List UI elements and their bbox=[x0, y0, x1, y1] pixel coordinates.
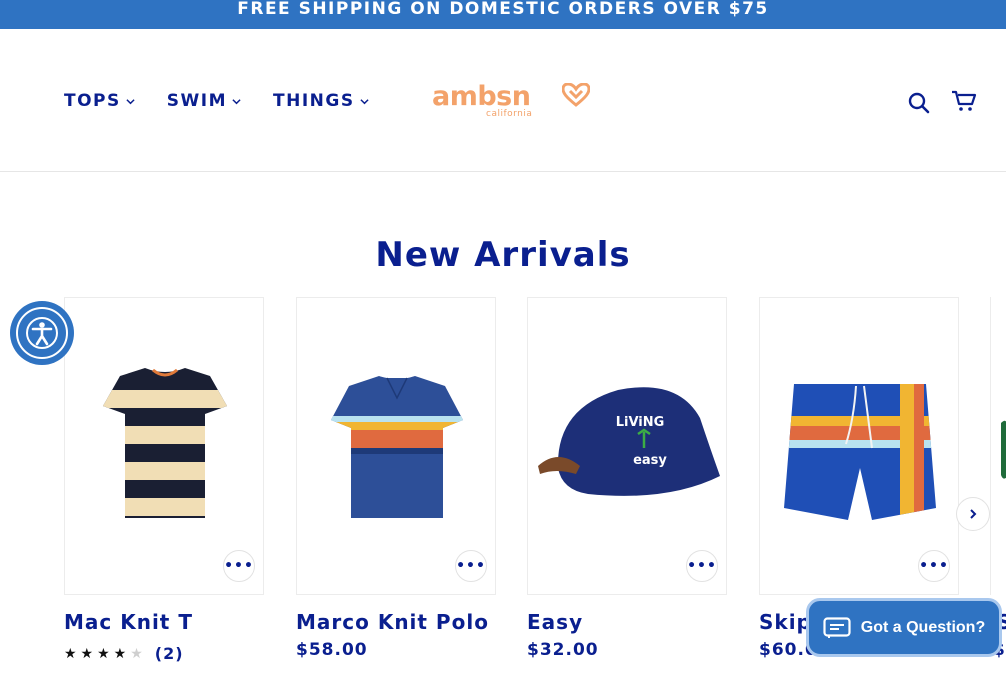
accessibility-icon bbox=[26, 317, 58, 349]
nav-item-label: TOPS bbox=[64, 91, 121, 111]
nav-item-tops[interactable]: TOPS bbox=[64, 91, 135, 111]
product-name[interactable]: Mac Knit T bbox=[64, 609, 264, 636]
chat-label: Got a Question? bbox=[860, 618, 986, 636]
product-name[interactable]: Easy bbox=[527, 609, 727, 636]
product-image[interactable]: LiViNG easy ••• bbox=[527, 297, 727, 595]
product-image[interactable]: ••• bbox=[296, 297, 496, 595]
svg-text:LiViNG: LiViNG bbox=[616, 415, 665, 430]
chat-icon bbox=[823, 616, 851, 638]
nav-item-swim[interactable]: SWIM bbox=[167, 91, 241, 111]
search-icon[interactable] bbox=[907, 91, 931, 115]
chat-button[interactable]: Got a Question? bbox=[806, 598, 1002, 657]
chevron-down-icon bbox=[126, 98, 135, 104]
cart-icon[interactable] bbox=[951, 89, 977, 113]
peek-product-image bbox=[1001, 420, 1006, 479]
product-price: $58.00 bbox=[296, 640, 368, 660]
nav-item-things[interactable]: THINGS bbox=[273, 91, 369, 111]
nav-item-label: SWIM bbox=[166, 91, 228, 111]
more-options-button[interactable]: ••• bbox=[918, 550, 950, 582]
svg-text:easy: easy bbox=[633, 453, 667, 468]
site-logo[interactable]: ambsn california bbox=[432, 81, 592, 121]
logo-wordmark: ambsn bbox=[432, 81, 531, 112]
section-title: New Arrivals bbox=[375, 235, 631, 275]
rating-count[interactable]: (2) bbox=[155, 644, 184, 663]
product-card-peek[interactable] bbox=[990, 297, 1006, 595]
main-nav: TOPS SWIM THINGS bbox=[64, 91, 369, 111]
chevron-down-icon bbox=[359, 98, 369, 104]
accessibility-ring bbox=[16, 307, 68, 359]
rating-stars: ★★★★★ bbox=[64, 645, 147, 662]
product-rating: ★★★★★ (2) bbox=[64, 644, 264, 663]
site-header: TOPS SWIM THINGS ambsn california bbox=[0, 29, 1006, 172]
product-card[interactable]: ••• Mac Knit T ★★★★★ (2) bbox=[64, 297, 264, 663]
product-image[interactable]: ••• bbox=[759, 297, 959, 595]
chevron-right-icon bbox=[970, 509, 977, 519]
product-image[interactable]: ••• bbox=[64, 297, 264, 595]
logo-subtitle: california bbox=[486, 109, 533, 119]
carousel-next-button[interactable] bbox=[956, 497, 990, 531]
more-options-button[interactable]: ••• bbox=[686, 550, 718, 582]
product-card[interactable]: ••• Marco Knit Polo $58.00 bbox=[296, 297, 496, 660]
more-options-button[interactable]: ••• bbox=[455, 550, 487, 582]
heart-logo-icon bbox=[562, 83, 590, 107]
product-card[interactable]: LiViNG easy ••• Easy $32.00 bbox=[527, 297, 727, 660]
nav-item-label: THINGS bbox=[273, 91, 355, 111]
product-name[interactable]: Marco Knit Polo bbox=[296, 609, 496, 636]
accessibility-button[interactable] bbox=[10, 301, 74, 365]
announcement-bar: FREE SHIPPING ON DOMESTIC ORDERS OVER $7… bbox=[0, 0, 1006, 29]
chevron-down-icon bbox=[232, 98, 241, 104]
product-price: $32.00 bbox=[527, 640, 599, 660]
more-options-button[interactable]: ••• bbox=[223, 550, 255, 582]
announcement-text: FREE SHIPPING ON DOMESTIC ORDERS OVER $7… bbox=[237, 0, 769, 19]
